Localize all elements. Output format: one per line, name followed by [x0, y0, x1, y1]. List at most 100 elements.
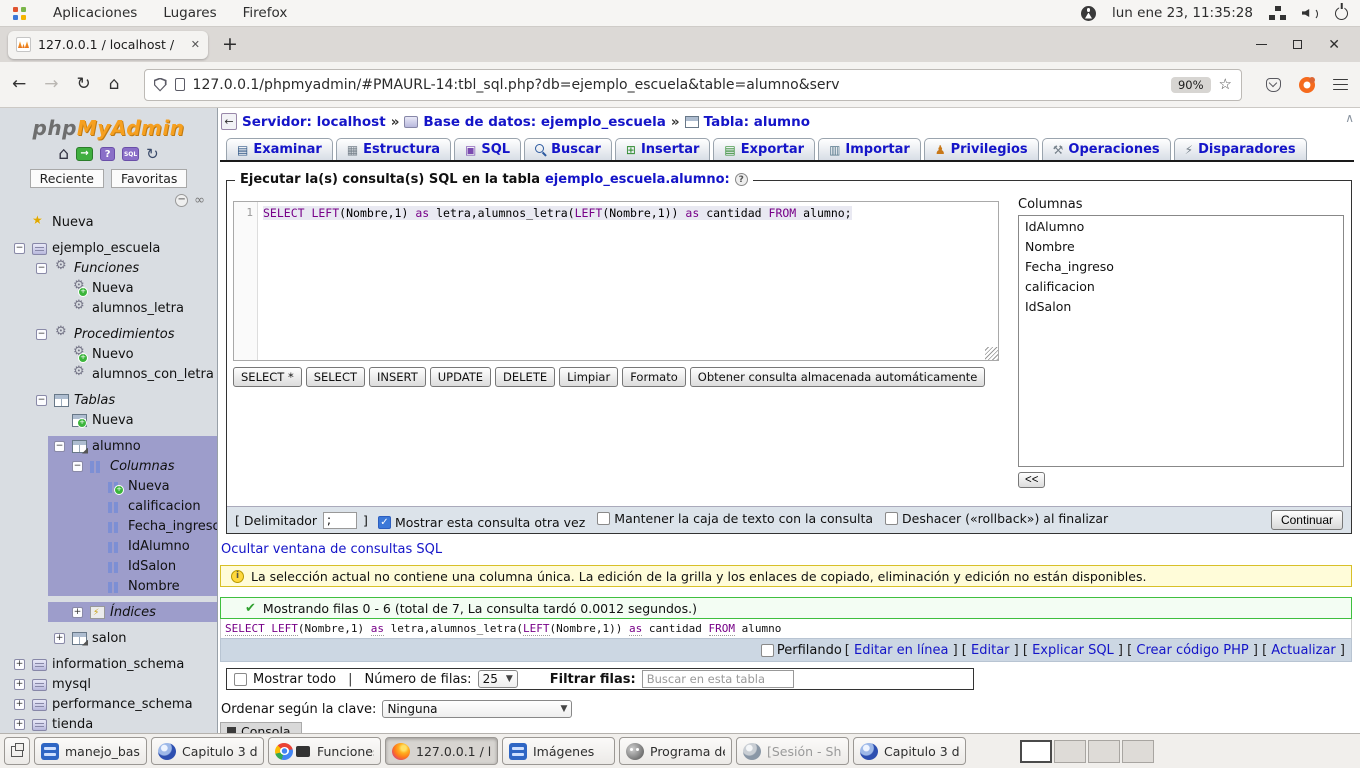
query-action-button[interactable]: Obtener consulta almacenada automáticame… [690, 367, 986, 387]
workspace-cell[interactable] [1054, 740, 1086, 763]
tree-item[interactable]: Índices [0, 602, 217, 622]
query-action-button[interactable]: Formato [622, 367, 686, 387]
profiling-link[interactable]: Explicar SQL [1032, 643, 1114, 658]
tree-item[interactable]: alumnos_letra [0, 298, 217, 318]
reload-icon[interactable]: ↻ [77, 76, 91, 93]
taskbar-window-button[interactable]: Programa de … [619, 737, 732, 765]
query-action-button[interactable]: SELECT [306, 367, 365, 387]
taskbar-window-button[interactable]: Capitulo 3 de… [853, 737, 966, 765]
tree-item[interactable]: Columnas [0, 456, 217, 476]
tree-item[interactable]: Nueva [0, 278, 217, 298]
tree-item[interactable]: alumno [0, 436, 217, 456]
insert-column-button[interactable]: << [1018, 472, 1045, 488]
columns-listbox[interactable]: IdAlumnoNombreFecha_ingresocalificacionI… [1018, 215, 1344, 467]
close-window-icon[interactable]: ✕ [1328, 38, 1340, 52]
tree-item[interactable]: IdAlumno [0, 536, 217, 556]
filter-rows-input[interactable] [642, 670, 794, 688]
column-list-item[interactable]: Nombre [1019, 236, 1343, 256]
minimize-icon[interactable] [1256, 44, 1267, 46]
pma-tab[interactable]: ▣ SQL [454, 138, 521, 160]
bookmark-star-icon[interactable]: ☆ [1219, 77, 1232, 92]
tree-expander-icon[interactable] [72, 461, 83, 472]
tree-item[interactable]: Nueva [0, 476, 217, 496]
column-list-item[interactable]: calificacion [1019, 276, 1343, 296]
workspace-cell[interactable] [1088, 740, 1120, 763]
pma-tab[interactable]: ⚡ Disparadores [1174, 138, 1307, 160]
profiling-link[interactable]: Crear código PHP [1136, 643, 1248, 658]
taskbar-window-button[interactable]: Capitulo 3 de… [151, 737, 264, 765]
tab-close-icon[interactable]: ✕ [191, 38, 200, 51]
resize-grip-icon[interactable] [985, 347, 998, 360]
checkbox-icon[interactable] [597, 512, 610, 525]
browser-tab[interactable]: 127.0.0.1 / localhost / ✕ [8, 31, 208, 59]
tree-expander-icon[interactable] [14, 719, 25, 730]
breadcrumb-table-link[interactable]: Tabla: alumno [704, 114, 810, 130]
tree-item[interactable]: ejemplo_escuela [0, 238, 217, 258]
scroll-top-icon[interactable]: ∧ [1345, 111, 1354, 125]
collapse-all-icon[interactable]: − [175, 194, 188, 207]
workspace-cell[interactable] [1122, 740, 1154, 763]
editor-code-area[interactable]: SELECT LEFT(Nombre,1) as letra,alumnos_l… [258, 202, 998, 360]
tree-expander-icon[interactable] [54, 633, 65, 644]
pma-tab[interactable]: ⚒ Operaciones [1042, 138, 1171, 160]
show-desktop-button[interactable] [4, 737, 30, 765]
maximize-icon[interactable] [1293, 40, 1302, 49]
query-action-button[interactable]: Limpiar [559, 367, 618, 387]
logout-icon[interactable]: → [76, 147, 93, 161]
forward-icon[interactable]: → [44, 76, 58, 93]
tree-item[interactable]: Procedimientos [0, 324, 217, 344]
tree-item[interactable]: Nuevo [0, 344, 217, 364]
tree-item[interactable]: calificacion [0, 496, 217, 516]
phpmyadmin-logo[interactable]: phpMyAdmin [0, 116, 217, 140]
power-icon[interactable] [1335, 7, 1348, 20]
checkbox-icon[interactable] [885, 512, 898, 525]
hide-sql-window-link[interactable]: Ocultar ventana de consultas SQL [221, 542, 442, 557]
option-checkbox[interactable]: Mostrar esta consulta otra vez [378, 515, 585, 530]
tree-item[interactable]: performance_schema [0, 694, 217, 714]
profiling-checkbox[interactable] [761, 644, 774, 657]
taskbar-window-button[interactable]: manejo_base… [34, 737, 147, 765]
tree-expander-icon[interactable] [72, 607, 83, 618]
page-info-icon[interactable] [175, 78, 185, 91]
profiling-link[interactable]: Editar en línea [854, 643, 948, 658]
column-list-item[interactable]: IdAlumno [1019, 216, 1343, 236]
taskbar-window-button[interactable]: Funciones… [268, 737, 381, 765]
column-list-item[interactable]: IdSalon [1019, 296, 1343, 316]
console-toggle[interactable]: Consola [220, 722, 302, 733]
pocket-icon[interactable] [1266, 78, 1281, 92]
tree-item[interactable]: Fecha_ingreso [0, 516, 217, 536]
link-with-main-icon[interactable]: ∞ [194, 194, 205, 207]
pma-tab[interactable]: ▦ Estructura [336, 138, 451, 160]
sidebar-toggle-button[interactable]: ← [221, 113, 237, 130]
query-action-button[interactable]: SELECT * [233, 367, 302, 387]
option-checkbox[interactable]: Mantener la caja de texto con la consult… [597, 511, 873, 526]
pma-tab[interactable]: ⊞ Insertar [615, 138, 711, 160]
home-icon[interactable]: ⌂ [58, 146, 69, 163]
tree-expander-icon[interactable] [36, 395, 47, 406]
delimiter-input[interactable] [323, 512, 357, 529]
url-text[interactable]: 127.0.0.1/phpmyadmin/#PMAURL-14:tbl_sql.… [193, 77, 1163, 93]
panel-clock[interactable]: lun ene 23, 11:35:28 [1112, 5, 1253, 21]
applications-grid-icon[interactable] [12, 6, 27, 21]
tree-item[interactable]: Nombre [0, 576, 217, 596]
pma-tab[interactable]: ♟ Privilegios [924, 138, 1039, 160]
tree-item[interactable]: Nueva [0, 212, 217, 232]
profiling-link[interactable]: Actualizar [1271, 643, 1335, 658]
tracking-shield-icon[interactable] [154, 78, 167, 92]
new-tab-button[interactable]: + [222, 35, 238, 54]
refresh-icon[interactable]: ↻ [146, 147, 159, 162]
tree-item[interactable]: alumnos_con_letra [0, 364, 217, 384]
tree-item[interactable]: IdSalon [0, 556, 217, 576]
help-icon[interactable]: ? [100, 147, 115, 161]
show-all-checkbox[interactable] [234, 673, 247, 686]
zoom-level-badge[interactable]: 90% [1171, 77, 1211, 93]
pma-tab[interactable]: Buscar [524, 138, 612, 160]
option-checkbox[interactable]: Deshacer («rollback») al finalizar [885, 511, 1108, 526]
url-bar[interactable]: 127.0.0.1/phpmyadmin/#PMAURL-14:tbl_sql.… [144, 69, 1242, 101]
query-action-button[interactable]: INSERT [369, 367, 426, 387]
tree-item[interactable]: tienda [0, 714, 217, 733]
tree-expander-icon[interactable] [54, 441, 65, 452]
tree-expander-icon[interactable] [14, 699, 25, 710]
quick-access-button[interactable]: Reciente [30, 169, 104, 188]
tree-item[interactable]: information_schema [0, 654, 217, 674]
